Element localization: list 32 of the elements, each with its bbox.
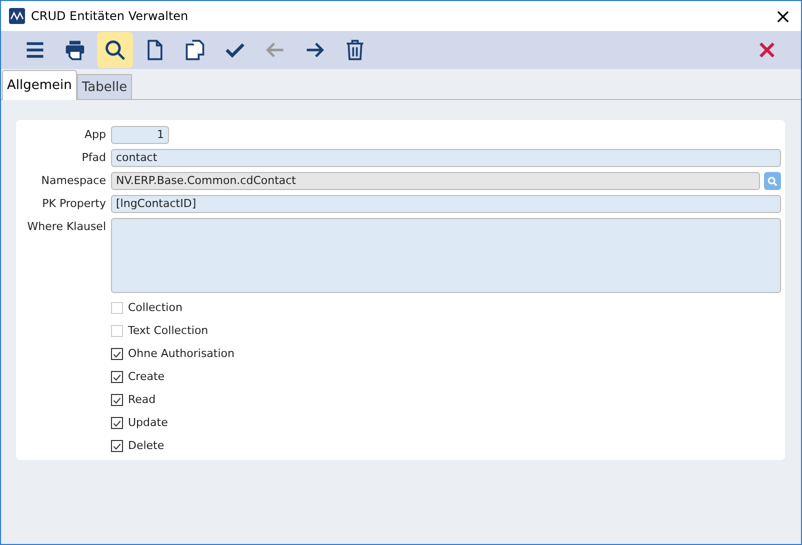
search-icon: [767, 176, 778, 186]
checkbox-label: Delete: [128, 438, 164, 454]
checkbox-label: Update: [128, 415, 168, 431]
printer-icon: [64, 39, 86, 62]
trash-icon: [344, 39, 366, 62]
field-label: PK Property: [41, 196, 106, 212]
checkbox-label: Read: [128, 392, 156, 408]
checkbox[interactable]: [111, 371, 123, 383]
copy-icon: [184, 39, 206, 62]
field-label: Namespace: [40, 173, 106, 189]
field-label: Where Klausel: [26, 219, 106, 235]
app-logo-icon: [9, 8, 25, 24]
search-button[interactable]: [97, 32, 133, 68]
close-button[interactable]: ×: [765, 1, 801, 31]
checkbox[interactable]: [111, 417, 123, 429]
tab[interactable]: Tabelle: [76, 74, 132, 99]
tab[interactable]: Allgemein: [2, 70, 77, 100]
checkbox-label: Text Collection: [128, 323, 208, 339]
checkbox-label: Ohne Authorisation: [128, 346, 234, 362]
field-label: Pfad: [80, 150, 106, 166]
input-field[interactable]: 1: [111, 126, 169, 144]
search-icon: [104, 39, 126, 62]
checkbox-label: Collection: [128, 300, 182, 316]
input-field: NV.ERP.Base.Common.cdContact: [111, 172, 760, 190]
input-field[interactable]: contact: [111, 149, 781, 167]
checkbox[interactable]: [111, 348, 123, 360]
checkbox[interactable]: [111, 440, 123, 452]
input-field[interactable]: [lngContactID]: [111, 195, 781, 213]
checkbox[interactable]: [111, 394, 123, 406]
checkbox-label: Create: [128, 369, 165, 385]
window-title: CRUD Entitäten Verwalten: [31, 9, 188, 23]
field-label: App: [84, 127, 106, 143]
